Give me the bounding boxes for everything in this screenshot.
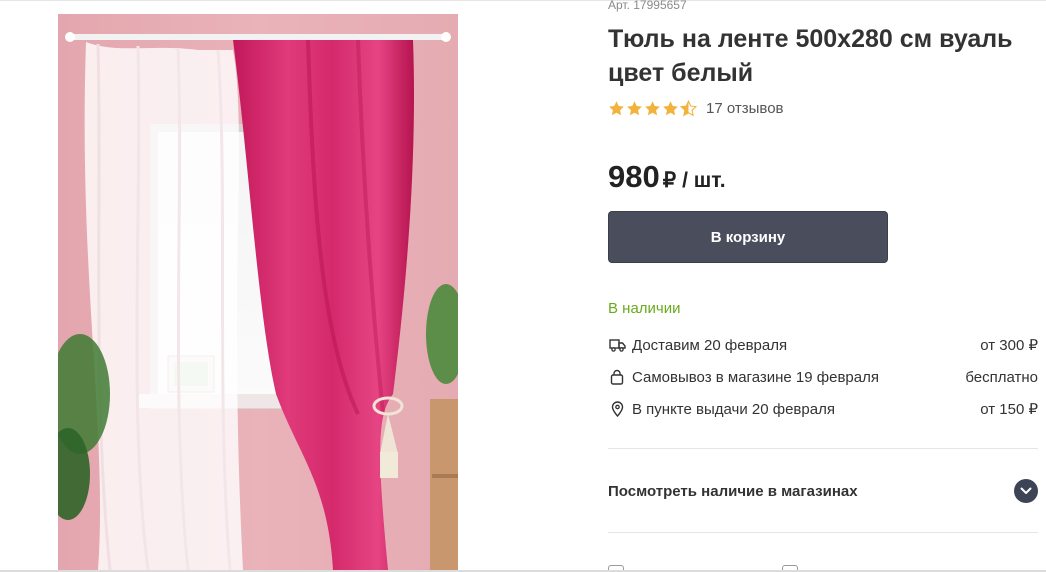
star-icon	[627, 100, 642, 115]
product-image[interactable]	[58, 14, 458, 570]
add-to-cart-button[interactable]: В корзину	[608, 211, 888, 263]
star-half-icon	[680, 99, 697, 116]
price: 980 ₽ / шт.	[608, 159, 726, 195]
rating-stars	[608, 99, 697, 117]
delivery-options: Доставим 20 февраля от 300 ₽ Самовывоз в…	[608, 329, 1038, 425]
delivery-price: бесплатно	[965, 368, 1038, 386]
stores-availability-label: Посмотреть наличие в магазинах	[608, 482, 858, 500]
delivery-text: В пункте выдачи 20 февраля	[632, 400, 835, 418]
truck-icon	[608, 336, 626, 354]
delivery-row-courier: Доставим 20 февраля от 300 ₽	[608, 329, 1038, 361]
star-icon	[609, 100, 624, 115]
star-icon	[645, 100, 660, 115]
stock-status: В наличии	[608, 300, 681, 317]
delivery-row-pickup-store: Самовывоз в магазине 19 февраля бесплатн…	[608, 361, 1038, 393]
price-unit: / шт.	[682, 169, 726, 192]
star-icon	[663, 100, 678, 115]
delivery-text: Доставим 20 февраля	[632, 336, 788, 354]
product-title: Тюль на ленте 500х280 см вуаль цвет белы…	[608, 25, 1013, 87]
top-divider	[0, 0, 1046, 1]
reviews-link[interactable]: 17 отзывов	[706, 100, 784, 117]
divider	[608, 448, 1038, 449]
divider	[608, 532, 1038, 533]
stores-availability-toggle[interactable]: Посмотреть наличие в магазинах	[608, 472, 1038, 510]
rating[interactable]: 17 отзывов	[608, 96, 784, 120]
product-sku: Арт. 17995657	[608, 0, 687, 12]
delivery-price: от 150 ₽	[980, 401, 1038, 418]
location-pin-icon	[608, 400, 626, 418]
delivery-price: от 300 ₽	[980, 337, 1038, 354]
price-value: 980	[608, 159, 660, 194]
delivery-row-pickup-point: В пункте выдачи 20 февраля от 150 ₽	[608, 393, 1038, 425]
delivery-text: Самовывоз в магазине 19 февраля	[632, 368, 879, 386]
curtain-photo	[58, 14, 458, 570]
price-currency: ₽	[662, 169, 677, 192]
bag-icon	[608, 368, 626, 386]
chevron-down-icon[interactable]	[1014, 479, 1038, 503]
